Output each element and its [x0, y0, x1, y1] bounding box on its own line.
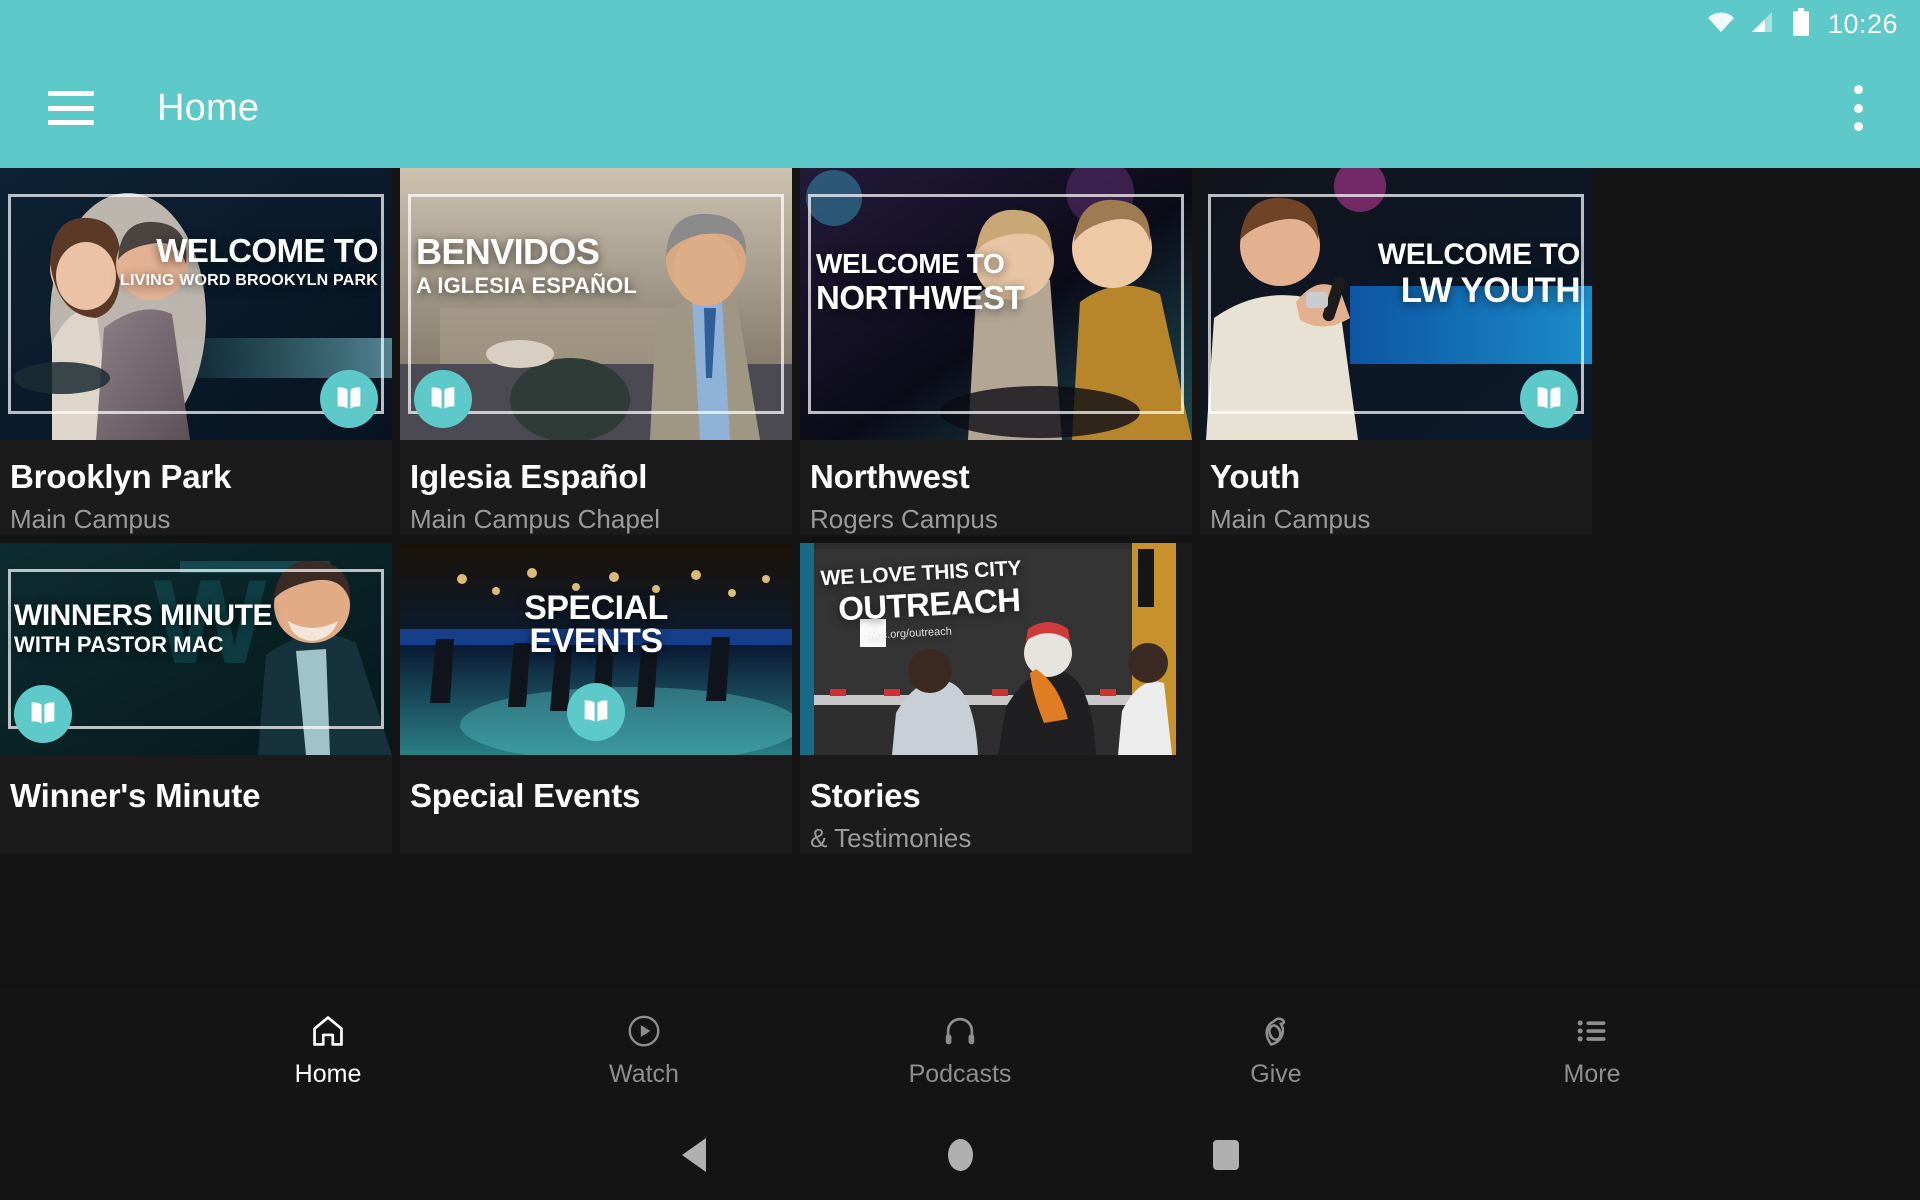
card-stories[interactable]: WE LOVE THIS CITY OUTREACH lwcc.org/outr…	[800, 543, 1192, 854]
card-northwest[interactable]: WELCOME TO NORTHWEST Northwest Rogers Ca…	[800, 168, 1192, 535]
card-iglesia-espanol[interactable]: BENVIDOS A IGLESIA ESPAÑOL Iglesia Españ…	[400, 168, 792, 535]
headphones-icon	[941, 1011, 979, 1051]
book-icon[interactable]	[14, 685, 72, 743]
card-meta: Winner's Minute	[0, 755, 392, 815]
card-thumbnail[interactable]: W WINNERS MINUTE WITH PASTOR MAC	[0, 543, 392, 755]
thumbnail-overlay-text: WE LOVE THIS CITY OUTREACH lwcc.org/outr…	[820, 556, 1022, 643]
card-meta: Special Events	[400, 755, 792, 815]
nav-label-watch: Watch	[609, 1060, 679, 1088]
card-meta: Stories & Testimonies	[800, 755, 1192, 854]
card-title: Winner's Minute	[10, 777, 261, 814]
battery-icon	[1792, 7, 1810, 41]
card-thumbnail[interactable]: WELCOME TO NORTHWEST	[800, 168, 1192, 440]
nav-label-give: Give	[1250, 1060, 1302, 1088]
thumbnail-overlay-text: BENVIDOS A IGLESIA ESPAÑOL	[416, 231, 637, 298]
card-subtitle: Main Campus Chapel	[410, 504, 661, 534]
card-meta: Youth Main Campus	[1200, 440, 1592, 535]
giving-hand-icon	[1257, 1011, 1295, 1051]
card-title: Brooklyn Park	[10, 458, 232, 495]
thumbnail-overlay-text: SPECIAL EVENTS	[524, 589, 668, 660]
card-meta: Northwest Rogers Campus	[800, 440, 1192, 535]
book-icon[interactable]	[414, 370, 472, 428]
nav-item-more[interactable]: More	[1434, 1011, 1750, 1089]
card-thumbnail[interactable]: BENVIDOS A IGLESIA ESPAÑOL	[400, 168, 792, 440]
card-grid-empty-slot	[1200, 543, 1592, 854]
card-subtitle: Main Campus	[10, 504, 171, 534]
card-title: Iglesia Español	[410, 458, 648, 495]
card-title: Northwest	[810, 458, 970, 495]
card-meta: Iglesia Español Main Campus Chapel	[400, 440, 792, 535]
card-row: W WINNERS MINUTE WITH PASTOR MAC Winner'…	[0, 543, 1920, 854]
thumbnail-overlay-text: WELCOME TO LW YOUTH	[1377, 238, 1581, 310]
home-circle-icon[interactable]	[827, 1139, 1093, 1171]
hamburger-menu-icon[interactable]	[48, 91, 94, 125]
thumbnail-overlay-text: WINNERS MINUTE WITH PASTOR MAC	[14, 599, 273, 657]
cellular-signal-icon	[1750, 10, 1778, 39]
status-time: 10:26	[1827, 8, 1898, 39]
card-row: WELCOME TO LIVING WORD BROOKYLN PARK Bro…	[0, 168, 1920, 535]
card-title: Stories	[810, 777, 921, 814]
nav-item-podcasts[interactable]: Podcasts	[802, 1011, 1118, 1089]
card-grid: WELCOME TO LIVING WORD BROOKYLN PARK Bro…	[0, 168, 1920, 990]
card-title: Youth	[1210, 458, 1301, 495]
play-circle-icon	[625, 1011, 663, 1051]
card-youth[interactable]: WELCOME TO LW YOUTH Youth Main Campus	[1200, 168, 1592, 535]
card-winners-minute[interactable]: W WINNERS MINUTE WITH PASTOR MAC Winner'…	[0, 543, 392, 854]
nav-label-more: More	[1563, 1060, 1621, 1088]
wifi-icon	[1706, 10, 1736, 39]
overflow-menu-icon[interactable]	[1840, 85, 1876, 131]
card-meta: Brooklyn Park Main Campus	[0, 440, 392, 535]
card-thumbnail[interactable]: WELCOME TO LW YOUTH	[1200, 168, 1592, 440]
book-icon[interactable]	[567, 683, 625, 741]
nav-label-home: Home	[294, 1060, 362, 1088]
thumbnail-overlay-text: WELCOME TO NORTHWEST	[816, 248, 1025, 316]
card-subtitle: & Testimonies	[810, 823, 972, 853]
bottom-navigation: Home Watch Podcasts Give More	[0, 990, 1920, 1110]
card-thumbnail[interactable]: WE LOVE THIS CITY OUTREACH lwcc.org/outr…	[800, 543, 1192, 755]
book-icon[interactable]	[1520, 370, 1578, 428]
card-thumbnail[interactable]: SPECIAL EVENTS	[400, 543, 792, 755]
list-icon	[1573, 1011, 1611, 1051]
card-special-events[interactable]: SPECIAL EVENTS Special Events	[400, 543, 792, 854]
nav-item-give[interactable]: Give	[1118, 1011, 1434, 1089]
back-triangle-icon[interactable]	[561, 1138, 827, 1172]
app-bar: Home	[0, 48, 1920, 168]
nav-item-watch[interactable]: Watch	[486, 1011, 802, 1089]
thumbnail-overlay-text: WELCOME TO LIVING WORD BROOKYLN PARK	[119, 232, 379, 289]
card-thumbnail[interactable]: WELCOME TO LIVING WORD BROOKYLN PARK	[0, 168, 392, 440]
card-title: Special Events	[410, 777, 641, 814]
android-system-navigation	[0, 1110, 1920, 1200]
nav-item-home[interactable]: Home	[170, 1011, 486, 1089]
status-bar: 10:26	[0, 0, 1920, 48]
card-subtitle: Main Campus	[1210, 504, 1371, 534]
book-icon[interactable]	[320, 370, 378, 428]
home-icon	[309, 1011, 347, 1051]
nav-label-podcasts: Podcasts	[908, 1060, 1012, 1088]
page-title: Home	[157, 86, 260, 129]
card-subtitle: Rogers Campus	[810, 504, 998, 534]
status-icons	[1706, 7, 1810, 41]
recents-square-icon[interactable]	[1093, 1140, 1359, 1170]
card-brooklyn-park[interactable]: WELCOME TO LIVING WORD BROOKYLN PARK Bro…	[0, 168, 392, 535]
